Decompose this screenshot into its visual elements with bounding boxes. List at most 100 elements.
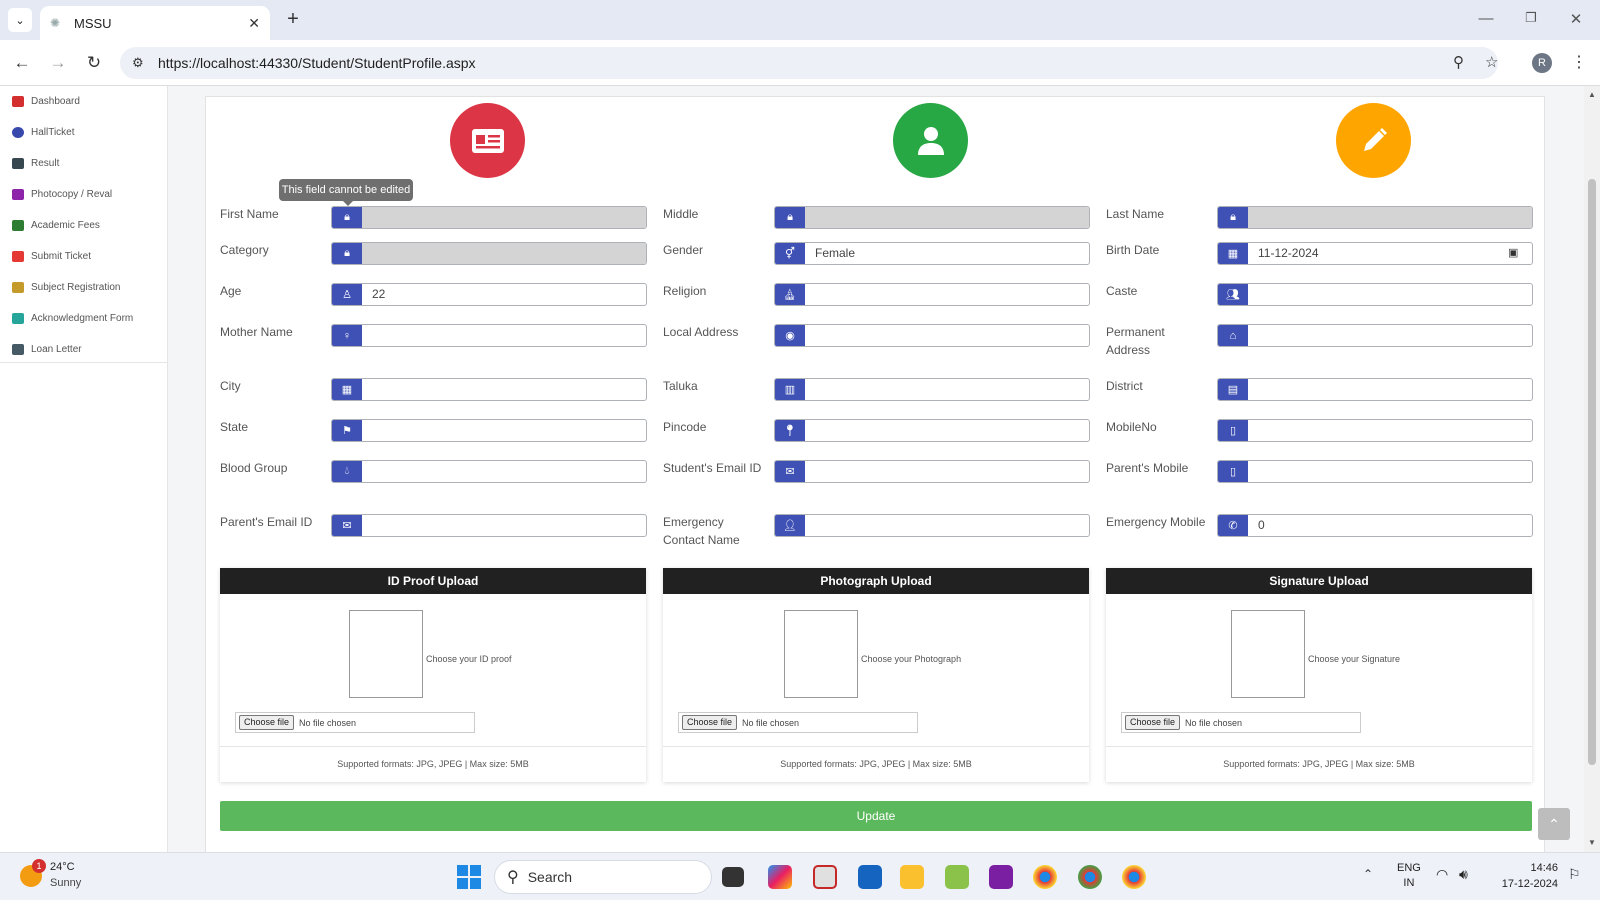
id-proof-file-input[interactable]: Choose file No file chosen — [235, 712, 475, 733]
restore-button[interactable]: ❐ — [1521, 10, 1541, 30]
local-address-field[interactable]: ◉ — [774, 324, 1090, 347]
sidebar-item-result[interactable]: Result — [0, 148, 167, 179]
omnibox[interactable]: ⚙ https://localhost:44330/Student/Studen… — [120, 47, 1498, 79]
favicon-icon: ✺ — [50, 16, 61, 30]
sidebar-item-academic-fees[interactable]: Academic Fees — [0, 210, 167, 241]
choose-file-button[interactable]: Choose file — [682, 715, 738, 730]
close-window-button[interactable]: ✕ — [1566, 10, 1586, 30]
show-hidden-icons-icon[interactable]: ⌃ — [1363, 867, 1373, 881]
sidebar-item-subject-registration[interactable]: Subject Registration — [0, 272, 167, 303]
close-tab-icon[interactable]: ✕ — [248, 15, 260, 32]
mother-name-field[interactable]: ♀ — [331, 324, 647, 347]
pincode-field[interactable]: 📍︎ — [774, 419, 1090, 442]
zoom-icon[interactable]: ⚲ — [1453, 53, 1464, 71]
state-field[interactable]: ⚑ — [331, 419, 647, 442]
page-scrollbar[interactable]: ▲ ▼ — [1584, 86, 1600, 852]
parent-mobile-field[interactable]: ▯ — [1217, 460, 1533, 483]
browser-menu-icon[interactable]: ⋮ — [1571, 52, 1587, 72]
forward-button[interactable]: → — [47, 52, 69, 74]
emergency-mobile-field[interactable]: ✆ 0 — [1217, 514, 1533, 537]
weather-temperature[interactable]: 24°C — [50, 861, 75, 873]
chrome-active-icon[interactable] — [1122, 865, 1146, 889]
choose-file-button[interactable]: Choose file — [1125, 715, 1181, 730]
date-picker-icon[interactable]: ▣ — [1508, 243, 1532, 264]
sidebar-item-label: Subject Registration — [31, 282, 121, 293]
parent-email-field[interactable]: ✉ — [331, 514, 647, 537]
photograph-file-input[interactable]: Choose file No file chosen — [678, 712, 918, 733]
money-icon — [12, 220, 24, 231]
update-button[interactable]: Update — [220, 801, 1532, 831]
first-name-field[interactable]: 🔒︎ — [331, 206, 647, 229]
choose-file-button[interactable]: Choose file — [239, 715, 295, 730]
place-of-worship-icon: ⛪︎ — [775, 284, 805, 305]
home-icon — [12, 96, 24, 107]
female-icon: ♀ — [332, 325, 362, 346]
minimize-button[interactable]: — — [1476, 10, 1496, 30]
chrome-icon[interactable] — [1033, 865, 1057, 889]
label-city: City — [220, 379, 241, 393]
label-student-email: Student's Email ID — [663, 461, 762, 475]
copilot-icon[interactable] — [768, 865, 792, 889]
browser-tab[interactable]: ✺ MSSU ✕ — [40, 6, 270, 40]
weather-condition[interactable]: Sunny — [50, 877, 81, 889]
reload-button[interactable]: ↻ — [83, 52, 105, 74]
visual-studio-icon[interactable] — [989, 865, 1013, 889]
scroll-down-arrow-icon[interactable]: ▼ — [1588, 838, 1596, 847]
file-explorer-icon[interactable] — [900, 865, 924, 889]
taluka-field[interactable]: ▥ — [774, 378, 1090, 401]
home-icon: ⌂ — [1218, 325, 1248, 346]
notepad-icon[interactable] — [858, 865, 882, 889]
volume-icon[interactable]: 🔊︎ — [1459, 866, 1468, 883]
permanent-address-field[interactable]: ⌂ — [1217, 324, 1533, 347]
sidebar-item-submit-ticket[interactable]: Submit Ticket — [0, 241, 167, 272]
wifi-icon[interactable]: ◠ — [1436, 866, 1448, 883]
age-field[interactable]: ♙ 22 — [331, 283, 647, 306]
sidebar-item-hallticket[interactable]: HallTicket — [0, 117, 167, 148]
student-email-field[interactable]: ✉ — [774, 460, 1090, 483]
sidebar-item-photocopy[interactable]: Photocopy / Reval — [0, 179, 167, 210]
caste-field[interactable]: 👥︎ — [1217, 283, 1533, 306]
back-button[interactable]: ← — [11, 52, 33, 74]
upload-card-title: ID Proof Upload — [220, 568, 646, 594]
mobile-no-field[interactable]: ▯ — [1217, 419, 1533, 442]
scroll-to-top-button[interactable]: ⌃ — [1538, 808, 1570, 840]
new-tab-button[interactable]: + — [282, 9, 304, 31]
snipping-tool-icon[interactable] — [813, 865, 837, 889]
bookmark-star-icon[interactable]: ☆ — [1485, 53, 1498, 71]
signature-file-input[interactable]: Choose file No file chosen — [1121, 712, 1361, 733]
taskbar-search[interactable]: ⚲ Search — [494, 860, 712, 894]
district-field[interactable]: ▤ — [1217, 378, 1533, 401]
birth-date-field[interactable]: ▦ 11-12-2024 ▣ — [1217, 242, 1533, 265]
last-name-field[interactable]: 🔒︎ — [1217, 206, 1533, 229]
language-indicator[interactable]: ENG IN — [1397, 861, 1421, 891]
phone-icon: ✆ — [1218, 515, 1248, 536]
url-text[interactable]: https://localhost:44330/Student/StudentP… — [158, 55, 476, 71]
gender-field[interactable]: ⚥ Female — [774, 242, 1090, 265]
label-pincode: Pincode — [663, 420, 707, 434]
app-icon[interactable] — [945, 865, 969, 889]
user-icon: 👤︎ — [775, 515, 805, 536]
scroll-thumb[interactable] — [1588, 179, 1596, 765]
sidebar-item-loan-letter[interactable]: Loan Letter — [0, 334, 167, 365]
task-view-icon[interactable] — [722, 867, 744, 887]
category-field[interactable]: 🔒︎ — [331, 242, 647, 265]
profile-avatar[interactable]: R — [1532, 53, 1552, 73]
label-emergency-mobile: Emergency Mobile — [1106, 515, 1206, 529]
chrome-profile-icon[interactable] — [1078, 865, 1102, 889]
blood-group-field[interactable]: 💧︎ — [331, 460, 647, 483]
sidebar-item-dashboard[interactable]: Dashboard — [0, 86, 167, 117]
middle-name-field[interactable]: 🔒︎ — [774, 206, 1090, 229]
tab-search-button[interactable]: ⌄ — [8, 8, 32, 32]
id-proof-preview — [349, 610, 423, 698]
clock[interactable]: 14:46 17-12-2024 — [1492, 860, 1558, 892]
emergency-name-field[interactable]: 👤︎ — [774, 514, 1090, 537]
city-field[interactable]: ▦ — [331, 378, 647, 401]
site-info-icon[interactable]: ⚙ — [132, 55, 150, 71]
users-icon: 👥︎ — [1218, 284, 1248, 305]
notification-bell-icon[interactable]: ⚐ — [1568, 866, 1581, 883]
time: 14:46 — [1530, 862, 1558, 874]
sidebar-item-acknowledgment-form[interactable]: Acknowledgment Form — [0, 303, 167, 334]
scroll-up-arrow-icon[interactable]: ▲ — [1588, 90, 1596, 99]
windows-start-icon[interactable] — [457, 865, 481, 889]
religion-field[interactable]: ⛪︎ — [774, 283, 1090, 306]
